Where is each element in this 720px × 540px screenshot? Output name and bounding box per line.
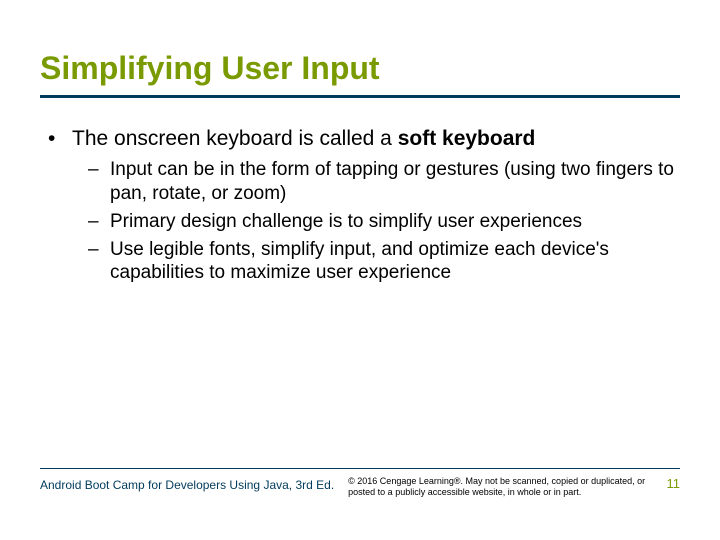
subbullet-text: Primary design challenge is to simplify … [110, 210, 680, 234]
dash-glyph: – [88, 210, 110, 234]
slide-title: Simplifying User Input [40, 50, 680, 87]
subbullet-text: Input can be in the form of tapping or g… [110, 158, 680, 206]
dash-glyph: – [88, 238, 110, 286]
footer-book-title: Android Boot Camp for Developers Using J… [40, 475, 334, 492]
subbullet-level-2: – Use legible fonts, simplify input, and… [88, 238, 680, 286]
slide-body: • The onscreen keyboard is called a soft… [40, 126, 680, 285]
bullet-level-1: • The onscreen keyboard is called a soft… [48, 126, 680, 152]
footer-copyright: © 2016 Cengage Learning®. May not be sca… [334, 475, 652, 498]
bullet-text-plain: The onscreen keyboard is called a [72, 127, 398, 150]
page-number: 11 [653, 475, 681, 491]
slide: Simplifying User Input • The onscreen ke… [0, 0, 720, 540]
subbullet-level-2: – Primary design challenge is to simplif… [88, 210, 680, 234]
subbullet-text: Use legible fonts, simplify input, and o… [110, 238, 680, 286]
bullet-glyph: • [48, 126, 72, 152]
bullet-text: The onscreen keyboard is called a soft k… [72, 126, 680, 152]
dash-glyph: – [88, 158, 110, 206]
footer: Android Boot Camp for Developers Using J… [40, 468, 680, 498]
footer-row: Android Boot Camp for Developers Using J… [40, 475, 680, 498]
subbullet-level-2: – Input can be in the form of tapping or… [88, 158, 680, 206]
title-underline [40, 95, 680, 98]
footer-rule [40, 468, 680, 469]
bullet-text-bold: soft keyboard [398, 127, 536, 150]
